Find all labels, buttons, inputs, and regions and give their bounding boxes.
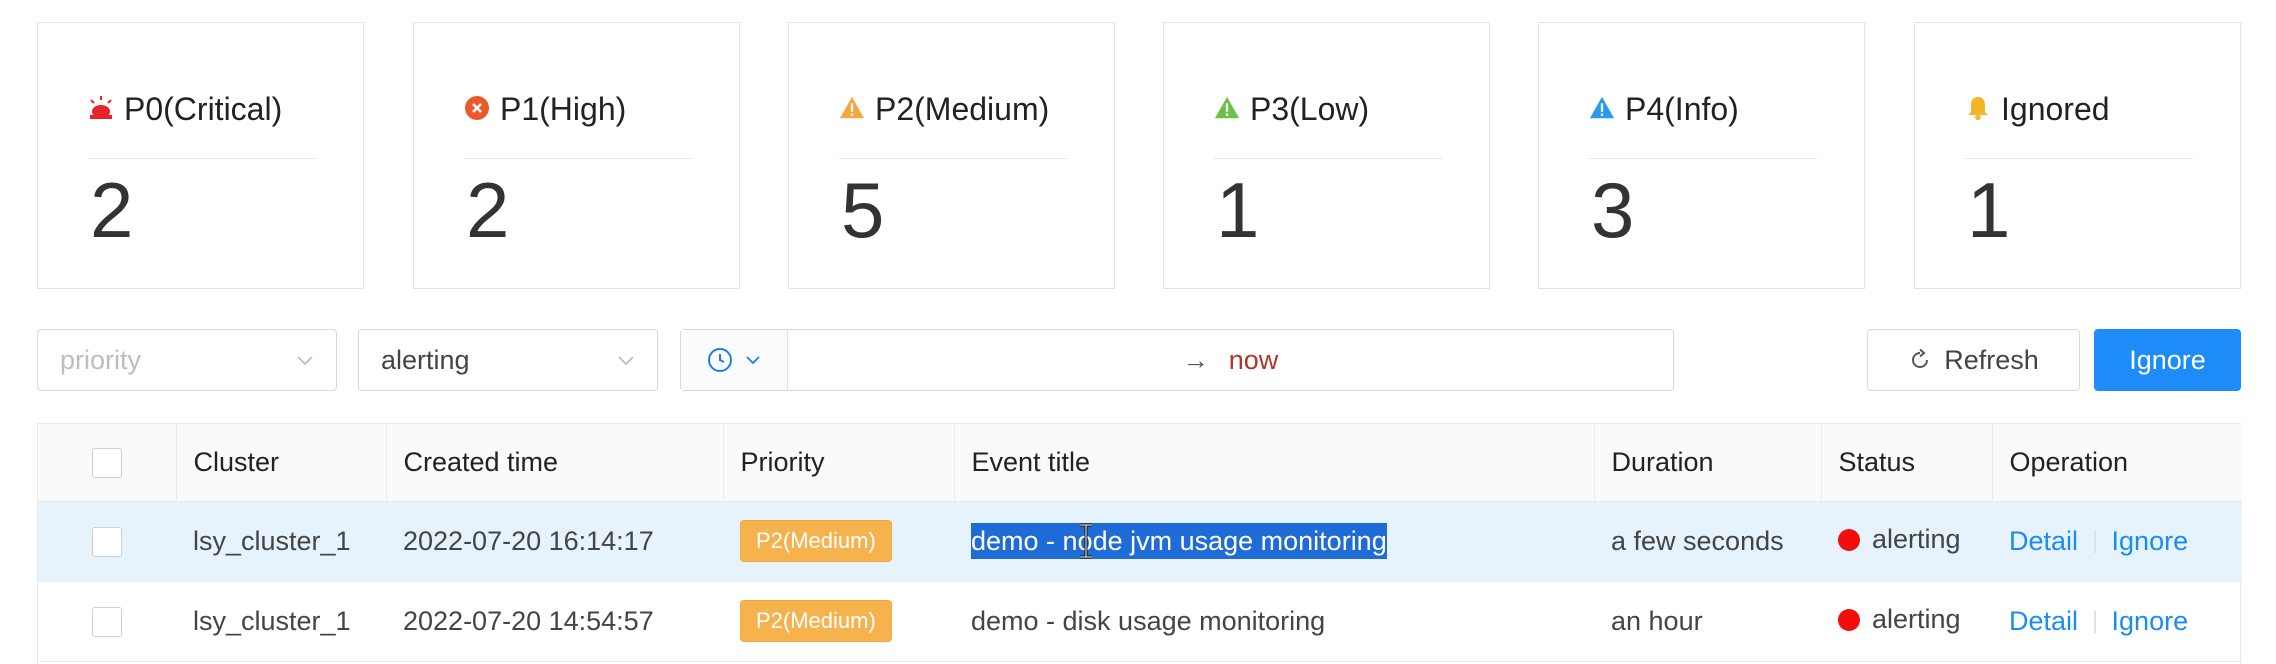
text-cursor-icon: [1080, 523, 1092, 559]
column-header[interactable]: Priority: [723, 424, 955, 502]
column-header[interactable]: Duration: [1594, 424, 1822, 502]
column-header[interactable]: Created time: [386, 424, 724, 502]
row-checkbox[interactable]: [92, 606, 122, 637]
priority-tag: P2(Medium): [740, 600, 892, 642]
card-count: 5: [841, 166, 885, 254]
event-title-cell[interactable]: demo - disk usage monitoring: [954, 581, 1594, 662]
card-header: Ignored: [1965, 71, 2193, 159]
refresh-icon: [1912, 348, 1929, 368]
table-header-row: Cluster Created time Priority Event titl…: [38, 424, 2242, 502]
status-cell: alerting: [1821, 581, 1992, 662]
priority-placeholder: priority: [60, 344, 142, 375]
status-dot: [1838, 528, 1860, 551]
card-label: Ignored: [2001, 91, 2110, 127]
status-text: alerting: [1872, 604, 1961, 635]
operation-cell: Detail Ignore: [1992, 501, 2242, 582]
status-select-value: alerting: [381, 344, 470, 375]
card-header: P0(Critical): [88, 71, 316, 159]
status-text: alerting: [1872, 524, 1961, 555]
detail-link[interactable]: Detail: [2009, 606, 2078, 636]
time-range-display[interactable]: → now: [788, 330, 1673, 390]
time-end-value: now: [1228, 344, 1279, 375]
column-header[interactable]: Operation: [1992, 424, 2242, 502]
priority-tag: P2(Medium): [740, 520, 892, 562]
arrow-right-icon: →: [1182, 344, 1209, 375]
card-count: 3: [1591, 166, 1635, 254]
ignore-button[interactable]: Ignore: [2094, 329, 2241, 391]
alerts-table: Cluster Created time Priority Event titl…: [37, 423, 2242, 664]
card-p0: P0(Critical) 2: [37, 22, 364, 289]
column-header[interactable]: Event title: [954, 424, 1595, 502]
duration-cell: a few seconds: [1594, 501, 1821, 582]
priority-cell: P2(Medium): [723, 501, 954, 582]
event-title-cell[interactable]: demo - node jvm usage monitoring: [954, 501, 1594, 582]
card-count: 1: [1216, 166, 1260, 254]
row-select-cell: [38, 581, 176, 662]
refresh-label: Refresh: [1944, 344, 2039, 375]
created-time-cell: 2022-07-20 14:54:57: [386, 581, 723, 662]
table-row[interactable]: lsy_cluster_1 2022-07-20 16:14:17 P2(Med…: [38, 501, 2242, 582]
card-header: P2(Medium): [839, 71, 1067, 159]
card-label: P1(High): [500, 91, 627, 127]
card-count: 1: [1967, 166, 2011, 254]
column-header[interactable]: Cluster: [176, 424, 387, 502]
status-cell: alerting: [1821, 501, 1992, 582]
ignore-label: Ignore: [2129, 344, 2206, 375]
bell-icon: [1965, 95, 1991, 121]
cluster-cell: lsy_cluster_1: [176, 581, 386, 662]
status-dot: [1838, 608, 1860, 631]
card-p2: P2(Medium) 5: [788, 22, 1115, 289]
card-p1: P1(High) 2: [413, 22, 740, 289]
card-label: P3(Low): [1250, 91, 1370, 127]
warning-triangle-icon: [1589, 95, 1615, 121]
priority-cell: P2(Medium): [723, 581, 954, 662]
error-circle-icon: [464, 95, 490, 121]
card-header: P3(Low): [1214, 71, 1442, 159]
warning-triangle-icon: [1214, 95, 1240, 121]
warning-triangle-icon: [839, 95, 865, 121]
operation-cell: Detail Ignore: [1992, 581, 2242, 662]
time-range-picker[interactable]: → now: [680, 329, 1674, 391]
select-all-cell: [38, 424, 177, 502]
select-all-checkbox[interactable]: [91, 448, 122, 479]
card-header: P1(High): [464, 71, 692, 159]
ignore-link[interactable]: Ignore: [2112, 526, 2189, 556]
siren-icon: [88, 95, 114, 121]
card-label: P2(Medium): [875, 91, 1050, 127]
card-count: 2: [90, 166, 134, 254]
chevron-down-icon: [746, 356, 760, 365]
priority-summary-cards: P0(Critical) 2 P1(High) 2 P2(Medium) 5 P…: [37, 22, 2241, 289]
priority-select[interactable]: priority: [37, 329, 337, 391]
status-select[interactable]: alerting: [358, 329, 658, 391]
duration-cell: an hour: [1594, 581, 1821, 662]
table-row[interactable]: lsy_cluster_1 2022-07-20 14:54:57 P2(Med…: [38, 581, 2242, 662]
card-header: P4(Info): [1589, 71, 1817, 159]
card-p4: P4(Info) 3: [1538, 22, 1865, 289]
card-label: P0(Critical): [124, 91, 283, 127]
cluster-cell: lsy_cluster_1: [176, 501, 386, 582]
created-time-cell: 2022-07-20 16:14:17: [386, 501, 723, 582]
row-select-cell: [38, 501, 176, 582]
column-header[interactable]: Status: [1821, 424, 1993, 502]
card-p3: P3(Low) 1: [1163, 22, 1490, 289]
quick-time-button[interactable]: [681, 330, 788, 390]
selected-text[interactable]: demo - node jvm usage monitoring: [971, 522, 1387, 559]
card-label: P4(Info): [1625, 91, 1739, 127]
detail-link[interactable]: Detail: [2009, 526, 2078, 556]
refresh-button[interactable]: Refresh: [1867, 329, 2080, 391]
clock-icon: [708, 348, 732, 372]
chevron-down-icon: [618, 356, 634, 366]
card-ignored: Ignored 1: [1914, 22, 2241, 289]
ignore-link[interactable]: Ignore: [2112, 606, 2189, 636]
card-count: 2: [466, 166, 510, 254]
filter-toolbar: priority alerting → now Refresh Ignore: [37, 329, 2241, 393]
divider: [2094, 531, 2096, 554]
row-checkbox[interactable]: [92, 526, 122, 557]
chevron-down-icon: [297, 356, 313, 366]
divider: [2094, 611, 2096, 634]
